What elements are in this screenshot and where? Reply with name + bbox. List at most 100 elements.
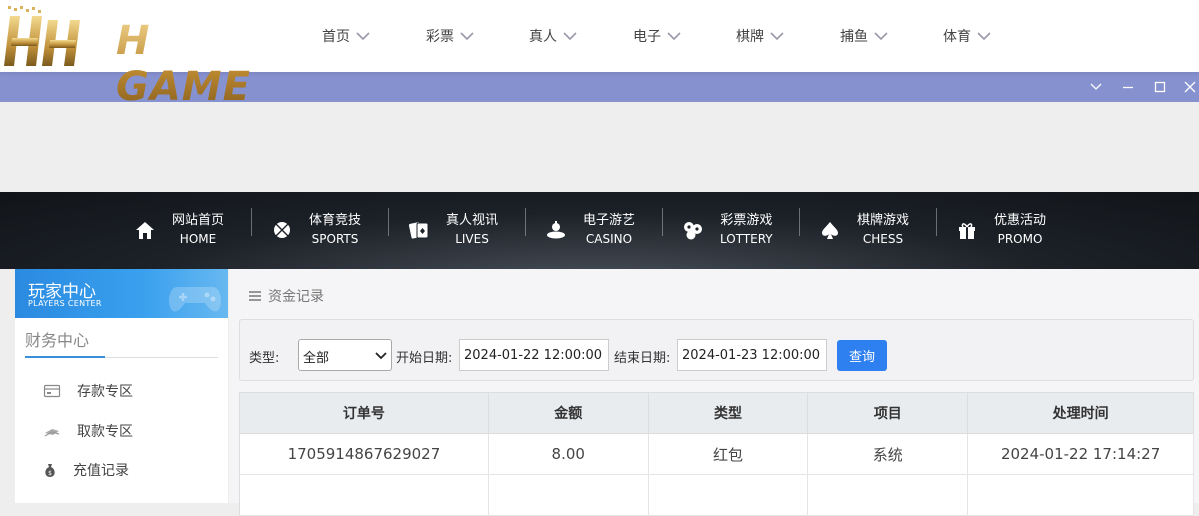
gamenav-label-en: CASINO bbox=[585, 232, 633, 246]
nav-home[interactable]: 首页 bbox=[322, 26, 370, 46]
gift-icon bbox=[959, 223, 975, 239]
minimize-icon[interactable] bbox=[1120, 79, 1136, 95]
gamenav-label-en: LOTTERY bbox=[720, 232, 773, 246]
gamenav-label-en: CHESS bbox=[862, 232, 904, 246]
cards-icon bbox=[408, 222, 429, 239]
gamenav-label-en: LIVES bbox=[455, 232, 489, 246]
withdraw-icon bbox=[44, 429, 60, 437]
fund-records-table: 订单号 金额 类型 项目 处理时间 1705914867629027 8.00 … bbox=[239, 392, 1194, 516]
type-label: 类型: bbox=[249, 351, 280, 366]
nav-label: 电子 bbox=[633, 29, 661, 45]
sidebar-header: 玩家中心 PLAYERS CENTER bbox=[15, 269, 228, 318]
close-icon[interactable] bbox=[1182, 79, 1198, 95]
end-date-label: 结束日期: bbox=[614, 351, 671, 366]
chevron-down-icon bbox=[667, 32, 681, 41]
chevron-down-icon bbox=[563, 32, 577, 41]
chevron-down-icon[interactable] bbox=[1088, 79, 1104, 95]
end-date-input[interactable]: 2024-01-23 12:00:00 bbox=[677, 339, 827, 371]
chevron-down-icon bbox=[460, 32, 474, 41]
gamenav-lives[interactable]: 真人视讯 LIVES bbox=[408, 204, 498, 256]
divider bbox=[251, 208, 252, 236]
sidebar-item-deposit[interactable]: 存款专区 bbox=[43, 381, 133, 401]
sidebar-item-label: 取款专区 bbox=[77, 424, 133, 440]
gamenav-home[interactable]: 网站首页 HOME bbox=[134, 204, 224, 256]
filter-panel: 类型: 全部 开始日期: 2024-01-22 12:00:00 结束日期: 2… bbox=[239, 319, 1194, 381]
nav-sports[interactable]: 体育 bbox=[943, 26, 991, 46]
nav-label: 捕鱼 bbox=[840, 29, 868, 45]
chevron-down-icon bbox=[874, 32, 888, 41]
order-number-cell: 1705914867629027 bbox=[239, 433, 489, 475]
breadcrumb-label: 资金记录 bbox=[268, 289, 324, 305]
gamenav-label-cn: 彩票游戏 bbox=[720, 213, 773, 228]
column-header[interactable]: 订单号 bbox=[239, 392, 489, 434]
top-bar: H GAME 首页 彩票 真人 电子 棋牌 捕鱼 体育 bbox=[0, 0, 1199, 110]
gamenav-label-cn: 真人视讯 bbox=[446, 213, 499, 228]
spade-icon bbox=[822, 222, 838, 239]
sidebar-item-recharge-record[interactable]: $ 充值记录 bbox=[41, 460, 129, 480]
start-date-input[interactable]: 2024-01-22 12:00:00 bbox=[459, 339, 609, 371]
gamenav-label-en: HOME bbox=[179, 232, 217, 246]
column-header[interactable]: 金额 bbox=[488, 392, 649, 434]
sidebar-item-label: 充值记录 bbox=[73, 463, 129, 479]
section-active-indicator bbox=[25, 356, 105, 358]
home-icon bbox=[136, 222, 154, 239]
gamenav-label-cn: 棋牌游戏 bbox=[857, 213, 910, 228]
gamenav-label-cn: 优惠活动 bbox=[994, 213, 1047, 228]
gamenav-label-cn: 电子游艺 bbox=[583, 213, 636, 228]
gamepad-icon bbox=[169, 287, 221, 312]
item-cell: 系统 bbox=[807, 433, 969, 475]
logo-text: H GAME bbox=[116, 18, 266, 110]
chevron-down-icon bbox=[356, 32, 370, 41]
nav-electronic[interactable]: 电子 bbox=[633, 26, 681, 46]
processed-time-cell: 2024-01-22 17:14:27 bbox=[967, 433, 1194, 475]
svg-text:$: $ bbox=[48, 470, 52, 477]
nav-lottery[interactable]: 彩票 bbox=[426, 26, 474, 46]
gamenav-label-en: SPORTS bbox=[311, 232, 359, 246]
gamenav-lottery[interactable]: 彩票游戏 LOTTERY bbox=[682, 204, 773, 256]
gamenav-label-cn: 网站首页 bbox=[172, 213, 225, 228]
slot-icon bbox=[547, 221, 565, 239]
column-header[interactable]: 项目 bbox=[807, 392, 969, 434]
lottery-balls-icon bbox=[684, 222, 702, 240]
nav-label: 棋牌 bbox=[736, 29, 764, 45]
nav-fishing[interactable]: 捕鱼 bbox=[840, 26, 888, 46]
blank-area bbox=[0, 102, 1199, 192]
divider bbox=[799, 208, 800, 236]
nav-label: 彩票 bbox=[426, 29, 454, 45]
chevron-down-icon bbox=[770, 32, 784, 41]
nav-label: 首页 bbox=[322, 29, 350, 45]
sidebar-item-withdraw[interactable]: 取款专区 bbox=[43, 421, 133, 441]
money-bag-icon: $ bbox=[45, 464, 55, 477]
logo[interactable]: H GAME bbox=[4, 6, 266, 110]
player-sidebar: 玩家中心 PLAYERS CENTER 财务中心 存款专区 取款专区 $ 充值记… bbox=[15, 269, 228, 503]
divider bbox=[388, 208, 389, 236]
nav-chess[interactable]: 棋牌 bbox=[736, 26, 784, 46]
query-button[interactable]: 查询 bbox=[837, 340, 887, 371]
gamenav-casino[interactable]: 电子游艺 CASINO bbox=[545, 204, 635, 256]
divider bbox=[936, 208, 937, 236]
breadcrumb: 资金记录 bbox=[248, 286, 324, 306]
amount-cell: 8.00 bbox=[488, 433, 649, 475]
nav-live[interactable]: 真人 bbox=[529, 26, 577, 46]
type-select[interactable]: 全部 bbox=[298, 339, 392, 371]
gamenav-promo[interactable]: 优惠活动 PROMO bbox=[956, 204, 1046, 256]
maximize-icon[interactable] bbox=[1152, 79, 1168, 95]
gamenav-chess[interactable]: 棋牌游戏 CHESS bbox=[819, 204, 909, 256]
gamenav-sports[interactable]: 体育竞技 SPORTS bbox=[271, 204, 361, 256]
start-date-label: 开始日期: bbox=[396, 351, 453, 366]
game-nav: 网站首页 HOME 体育竞技 SPORTS 真人视讯 LIVES 电子游艺 CASINO… bbox=[0, 192, 1199, 269]
column-header[interactable]: 处理时间 bbox=[967, 392, 1194, 434]
ball-icon bbox=[274, 222, 290, 238]
sidebar-item-label: 存款专区 bbox=[77, 384, 133, 400]
nav-label: 体育 bbox=[943, 29, 971, 45]
sidebar-section-title[interactable]: 财务中心 bbox=[25, 327, 89, 351]
chevron-down-icon bbox=[977, 32, 991, 41]
menu-icon bbox=[249, 291, 261, 301]
table-row[interactable]: 1705914867629027 8.00 红包 系统 2024-01-22 1… bbox=[239, 433, 1194, 475]
gamenav-label-cn: 体育竞技 bbox=[309, 213, 362, 228]
sidebar-subtitle: PLAYERS CENTER bbox=[28, 299, 102, 308]
column-header[interactable]: 类型 bbox=[648, 392, 809, 434]
deposit-icon bbox=[43, 384, 61, 398]
logo-hh-mark bbox=[4, 6, 80, 66]
divider bbox=[662, 208, 663, 236]
